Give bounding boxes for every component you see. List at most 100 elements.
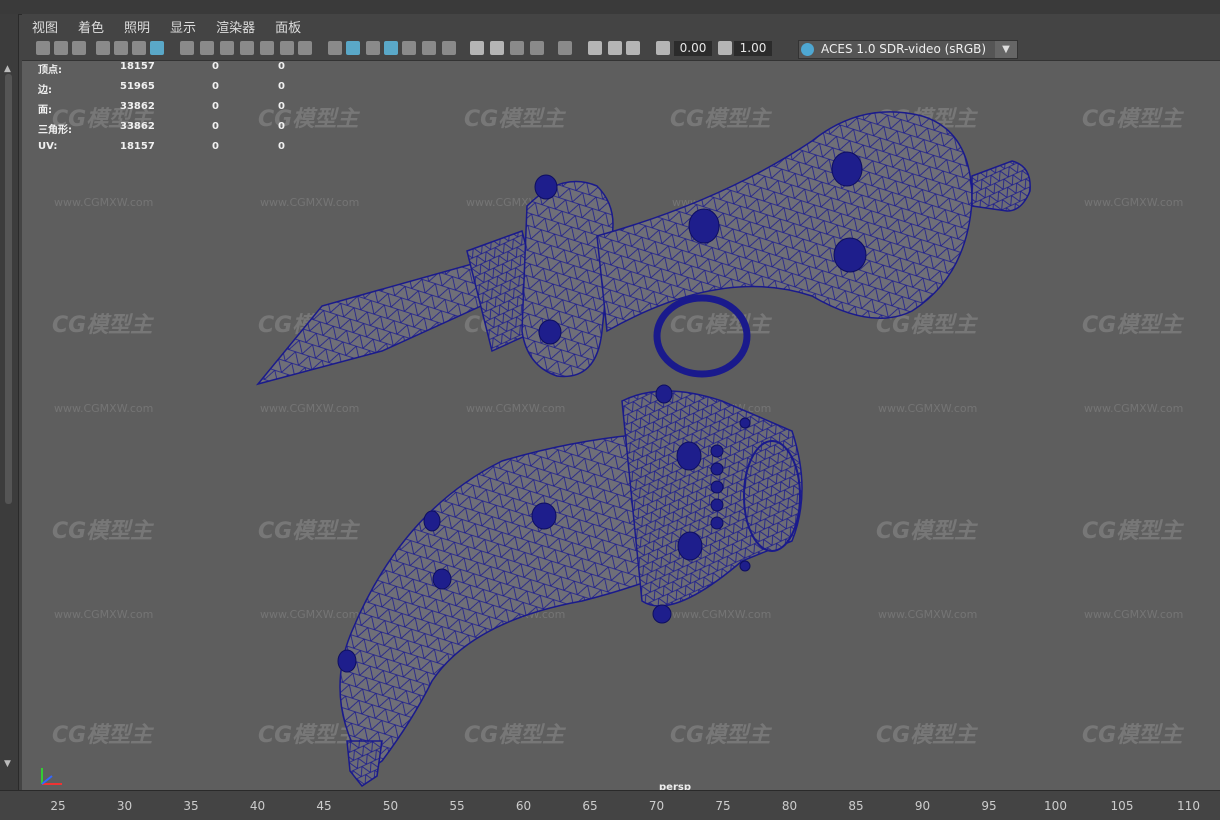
ruler-tick: 30	[116, 799, 133, 813]
ruler-tick: 90	[914, 799, 931, 813]
backface-culling-icon[interactable]	[626, 41, 640, 55]
sheath-loop	[653, 294, 751, 378]
hud-value: 18157	[120, 61, 155, 72]
sheath-opening	[743, 440, 801, 552]
menu-renderer[interactable]: 渲染器	[206, 17, 265, 36]
ruler-tick: 35	[183, 799, 199, 813]
gamma-field[interactable]: 1.00	[734, 41, 772, 56]
ruler-tick: 65	[582, 799, 598, 813]
exposure-field[interactable]: 0.00	[674, 41, 712, 56]
time-ruler[interactable]: 25 30 35 40 45 50 55 60 65 70 75 80 85 90 95 100 105 110	[0, 790, 1220, 820]
timeline-top-strip	[0, 0, 1220, 15]
safe-title-icon[interactable]	[298, 41, 312, 55]
bookmark-icon[interactable]	[72, 41, 86, 55]
shadows-icon[interactable]	[442, 41, 456, 55]
color-space-value: ACES 1.0 SDR-video (sRGB)	[821, 42, 987, 56]
left-side-panel: ▲ ▼	[0, 14, 19, 790]
sheath-tip	[346, 740, 383, 788]
ruler-tick: 85	[848, 799, 864, 813]
gate-mask-icon[interactable]	[240, 41, 254, 55]
panel-toolbar: 0.00 1.00 ACES 1.0 SDR-video (sRGB) ▼	[22, 38, 1220, 61]
ruler-tick: 80	[781, 799, 798, 813]
anti-aliasing-icon[interactable]	[510, 41, 524, 55]
wireframe-icon[interactable]	[328, 41, 342, 55]
hud-label: 边:	[38, 85, 52, 96]
dagger-handle	[596, 111, 973, 333]
2d-pan-icon[interactable]	[114, 41, 128, 55]
ruler-tick: 50	[382, 799, 399, 813]
menu-lighting[interactable]: 照明	[114, 17, 160, 36]
safe-action-icon[interactable]	[280, 41, 294, 55]
ruler-tick: 40	[249, 799, 266, 813]
hud-value: 0	[212, 61, 219, 72]
default-material-icon[interactable]	[366, 41, 380, 55]
hud-value: 0	[212, 81, 219, 92]
hud-value: 51965	[120, 81, 155, 92]
dagger-blade	[255, 263, 494, 386]
hud-label: 面:	[38, 105, 52, 116]
3d-viewport[interactable]: CG模型主 www.CGMXW.com CG模型主 www.CGMXW.com CG模型…	[22, 61, 1220, 790]
motion-blur-icon[interactable]	[490, 41, 504, 55]
left-scrollbar[interactable]	[5, 74, 12, 504]
resolution-gate-icon[interactable]	[220, 41, 234, 55]
dagger-guard	[521, 180, 614, 378]
ruler-tick: 100	[1044, 799, 1067, 813]
viewport-panel: 视图 着色 照明 显示 渲染器 面板 0.00 1.00 ACES 1.0 SD…	[22, 14, 1220, 790]
ruler-tick: 55	[449, 799, 465, 813]
hud-value: 0	[278, 81, 285, 92]
hud-label: 三角形:	[38, 125, 72, 136]
hud-value: 0	[212, 121, 219, 132]
camera-icon[interactable]	[36, 41, 50, 55]
chevron-down-icon[interactable]: ▼	[995, 41, 1017, 58]
isolate-select-icon[interactable]	[558, 41, 572, 55]
ruler-tick: 45	[316, 799, 332, 813]
wireframe-on-shaded-icon[interactable]	[384, 41, 398, 55]
camera-label: persp	[659, 782, 691, 790]
xray-icon[interactable]	[588, 41, 602, 55]
xray-joints-icon[interactable]	[608, 41, 622, 55]
menu-show[interactable]: 显示	[160, 17, 206, 36]
hud-value: 0	[278, 121, 285, 132]
film-gate-icon[interactable]	[200, 41, 214, 55]
axis-gizmo-icon	[41, 768, 62, 785]
pencil-tool-icon[interactable]	[150, 41, 164, 55]
color-space-select[interactable]: ACES 1.0 SDR-video (sRGB) ▼	[798, 40, 1018, 59]
image-plane-icon[interactable]	[96, 41, 110, 55]
depth-of-field-icon[interactable]	[530, 41, 544, 55]
gamma-icon[interactable]	[718, 41, 732, 55]
scroll-down-icon[interactable]: ▼	[4, 759, 11, 769]
hud-value: 0	[278, 141, 285, 152]
textured-icon[interactable]	[402, 41, 416, 55]
hud-value: 0	[278, 101, 285, 112]
ruler-tick: 25	[50, 799, 66, 813]
grease-pencil-icon[interactable]	[132, 41, 146, 55]
ruler-tick: 70	[648, 799, 665, 813]
menu-view[interactable]: 视图	[22, 17, 68, 36]
hud-label: UV:	[38, 141, 58, 152]
field-chart-icon[interactable]	[260, 41, 274, 55]
menu-panels[interactable]: 面板	[265, 17, 311, 36]
ruler-tick: 95	[981, 799, 997, 813]
hud-value: 18157	[120, 141, 155, 152]
ruler-tick: 75	[715, 799, 731, 813]
color-management-icon[interactable]	[801, 43, 814, 56]
camera-attributes-icon[interactable]	[54, 41, 68, 55]
hud-value: 0	[212, 141, 219, 152]
ruler-tick: 105	[1110, 799, 1134, 813]
scroll-up-icon[interactable]: ▲	[4, 64, 11, 74]
dagger-pommel	[971, 160, 1031, 212]
mesh-wireframe-view	[255, 111, 1031, 788]
smooth-shade-icon[interactable]	[346, 41, 360, 55]
exposure-icon[interactable]	[656, 41, 670, 55]
hud-value: 0	[212, 101, 219, 112]
menu-shading[interactable]: 着色	[68, 17, 114, 36]
ambient-occlusion-icon[interactable]	[470, 41, 484, 55]
hud-value: 33862	[120, 121, 155, 132]
panel-menu-bar: 视图 着色 照明 显示 渲染器 面板	[22, 14, 1220, 38]
hud-label: 顶点:	[38, 65, 62, 76]
grid-icon[interactable]	[180, 41, 194, 55]
lights-icon[interactable]	[422, 41, 436, 55]
hud-value: 33862	[120, 101, 155, 112]
hud-value: 0	[278, 61, 285, 72]
ruler-tick: 110	[1177, 799, 1200, 813]
